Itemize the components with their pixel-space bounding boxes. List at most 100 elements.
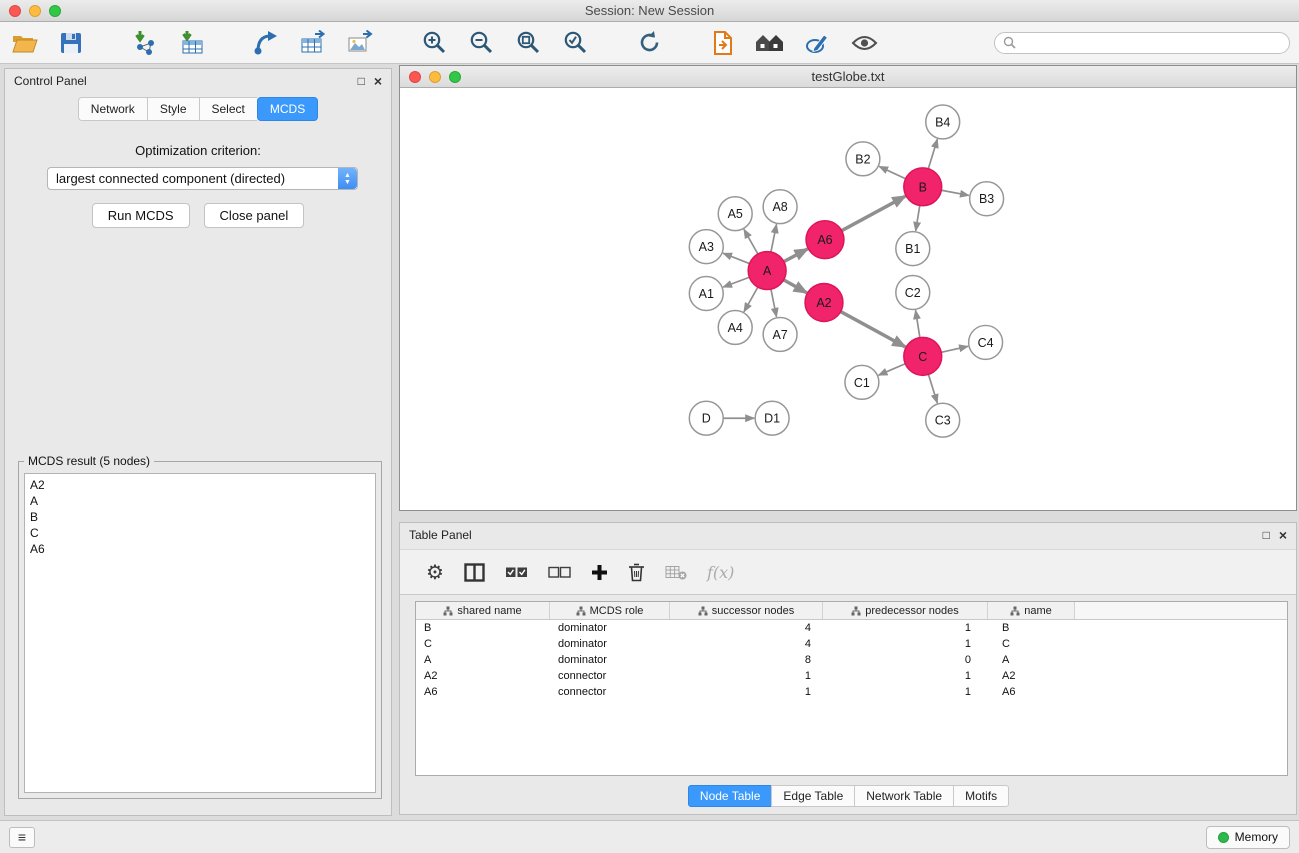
table-cell[interactable]: C	[416, 636, 550, 652]
table-cell[interactable]: 1	[670, 684, 823, 700]
graph-edge-A-A4[interactable]	[744, 287, 758, 312]
column-header-shared-name[interactable]: shared name	[416, 602, 550, 619]
export-network-icon[interactable]	[251, 27, 281, 59]
graph-edge-B-B1[interactable]	[916, 206, 920, 231]
tab-mcds[interactable]: MCDS	[257, 97, 318, 121]
tab-network-table[interactable]: Network Table	[854, 785, 954, 807]
graph-edge-A-A1[interactable]	[723, 277, 749, 287]
network-graph[interactable]: B4B2BB3A5A8A6A3B1AC2A1A2A4A7C4CC1DD1C3	[400, 89, 1296, 510]
criterion-dropdown[interactable]: largest connected component (directed) ▲…	[47, 167, 358, 190]
table-cell[interactable]: A6	[988, 684, 1075, 700]
graph-edge-B-B2[interactable]	[879, 166, 905, 178]
close-window-icon[interactable]	[9, 5, 21, 17]
table-row[interactable]: A6connector11A6	[416, 684, 1287, 700]
tab-edge-table[interactable]: Edge Table	[771, 785, 855, 807]
table-cell[interactable]: B	[988, 620, 1075, 636]
select-all-icon[interactable]	[505, 566, 528, 579]
open-session-icon[interactable]	[9, 27, 39, 59]
graph-edge-A6-B[interactable]	[842, 196, 906, 230]
column-header-successor-nodes[interactable]: successor nodes	[670, 602, 823, 619]
eye-icon[interactable]	[849, 27, 879, 59]
table-cell[interactable]: dominator	[550, 652, 670, 668]
close-panel-button[interactable]: Close panel	[204, 203, 305, 228]
table-row[interactable]: Adominator80A	[416, 652, 1287, 668]
graph-edge-A-A6[interactable]	[784, 249, 808, 262]
table-cell[interactable]: 4	[670, 620, 823, 636]
tab-motifs[interactable]: Motifs	[953, 785, 1009, 807]
table-cell[interactable]: dominator	[550, 620, 670, 636]
graph-edge-A-A5[interactable]	[744, 229, 758, 254]
mcds-result-item[interactable]: A6	[30, 541, 370, 557]
memory-button[interactable]: Memory	[1206, 826, 1290, 849]
table-cell[interactable]: connector	[550, 684, 670, 700]
table-cell[interactable]: 0	[823, 652, 988, 668]
function-builder-icon[interactable]: f(x)	[707, 563, 734, 582]
tab-node-table[interactable]: Node Table	[688, 785, 773, 807]
mcds-result-item[interactable]: C	[30, 525, 370, 541]
close-panel-icon[interactable]: ×	[374, 75, 382, 87]
task-history-list-icon[interactable]: ≡	[9, 827, 35, 848]
network-minimize-icon[interactable]	[429, 71, 441, 83]
table-cell[interactable]: 4	[670, 636, 823, 652]
table-cell[interactable]: B	[416, 620, 550, 636]
zoom-in-icon[interactable]	[419, 27, 449, 59]
add-column-icon[interactable]	[591, 564, 608, 581]
table-row[interactable]: Bdominator41B	[416, 620, 1287, 636]
import-network-icon[interactable]	[130, 27, 160, 59]
zoom-out-icon[interactable]	[466, 27, 496, 59]
table-float-panel-icon[interactable]: □	[1263, 529, 1270, 541]
table-cell[interactable]: C	[988, 636, 1075, 652]
table-cell[interactable]: A6	[416, 684, 550, 700]
export-table-icon[interactable]	[298, 27, 328, 59]
zoom-window-icon[interactable]	[49, 5, 61, 17]
mcds-result-item[interactable]: A2	[30, 477, 370, 493]
float-panel-icon[interactable]: □	[358, 75, 365, 87]
table-row[interactable]: A2connector11A2	[416, 668, 1287, 684]
run-mcds-button[interactable]: Run MCDS	[92, 203, 190, 228]
search-input[interactable]	[1021, 36, 1281, 50]
search-box[interactable]	[994, 32, 1290, 54]
graph-edge-B-B3[interactable]	[941, 190, 969, 195]
column-header-name[interactable]: name	[988, 602, 1075, 619]
table-cell[interactable]: 1	[823, 684, 988, 700]
graph-edge-C-C2[interactable]	[916, 310, 920, 337]
network-close-icon[interactable]	[409, 71, 421, 83]
tab-style[interactable]: Style	[147, 97, 199, 121]
show-all-homes-icon[interactable]	[755, 27, 785, 59]
export-image-icon[interactable]	[345, 27, 375, 59]
mcds-result-item[interactable]: B	[30, 509, 370, 525]
table-cell[interactable]: A	[416, 652, 550, 668]
zoom-fit-icon[interactable]	[513, 27, 543, 59]
table-cell[interactable]: A2	[416, 668, 550, 684]
graph-edge-B-B4[interactable]	[928, 139, 937, 169]
save-session-icon[interactable]	[56, 27, 86, 59]
table-close-panel-icon[interactable]: ×	[1279, 529, 1287, 541]
refresh-icon[interactable]	[634, 27, 664, 59]
zoom-selected-icon[interactable]	[560, 27, 590, 59]
tab-select[interactable]: Select	[199, 97, 257, 121]
network-zoom-icon[interactable]	[449, 71, 461, 83]
delete-column-icon[interactable]	[628, 563, 645, 582]
table-cell[interactable]: A2	[988, 668, 1075, 684]
table-cell[interactable]: 1	[823, 668, 988, 684]
column-header-MCDS-role[interactable]: MCDS role	[550, 602, 670, 619]
show-columns-icon[interactable]	[464, 563, 485, 582]
table-cell[interactable]: 1	[823, 620, 988, 636]
import-table-icon[interactable]	[177, 27, 207, 59]
column-header-predecessor-nodes[interactable]: predecessor nodes	[823, 602, 988, 619]
graph-edge-A-A7[interactable]	[771, 289, 777, 317]
table-row[interactable]: Cdominator41C	[416, 636, 1287, 652]
graph-edge-C-C3[interactable]	[928, 374, 937, 403]
graph-edge-A-A2[interactable]	[784, 280, 807, 293]
graph-edge-A-A3[interactable]	[723, 253, 749, 263]
mcds-result-list[interactable]: A2ABCA6	[24, 473, 376, 793]
minimize-window-icon[interactable]	[29, 5, 41, 17]
mcds-result-item[interactable]: A	[30, 493, 370, 509]
table-cell[interactable]: 1	[823, 636, 988, 652]
annotation-pen-icon[interactable]	[802, 27, 832, 59]
table-cell[interactable]: connector	[550, 668, 670, 684]
table-cell[interactable]: dominator	[550, 636, 670, 652]
table-cell[interactable]: A	[988, 652, 1075, 668]
network-canvas[interactable]: B4B2BB3A5A8A6A3B1AC2A1A2A4A7C4CC1DD1C3	[400, 89, 1296, 510]
first-neighbors-icon[interactable]	[708, 27, 738, 59]
